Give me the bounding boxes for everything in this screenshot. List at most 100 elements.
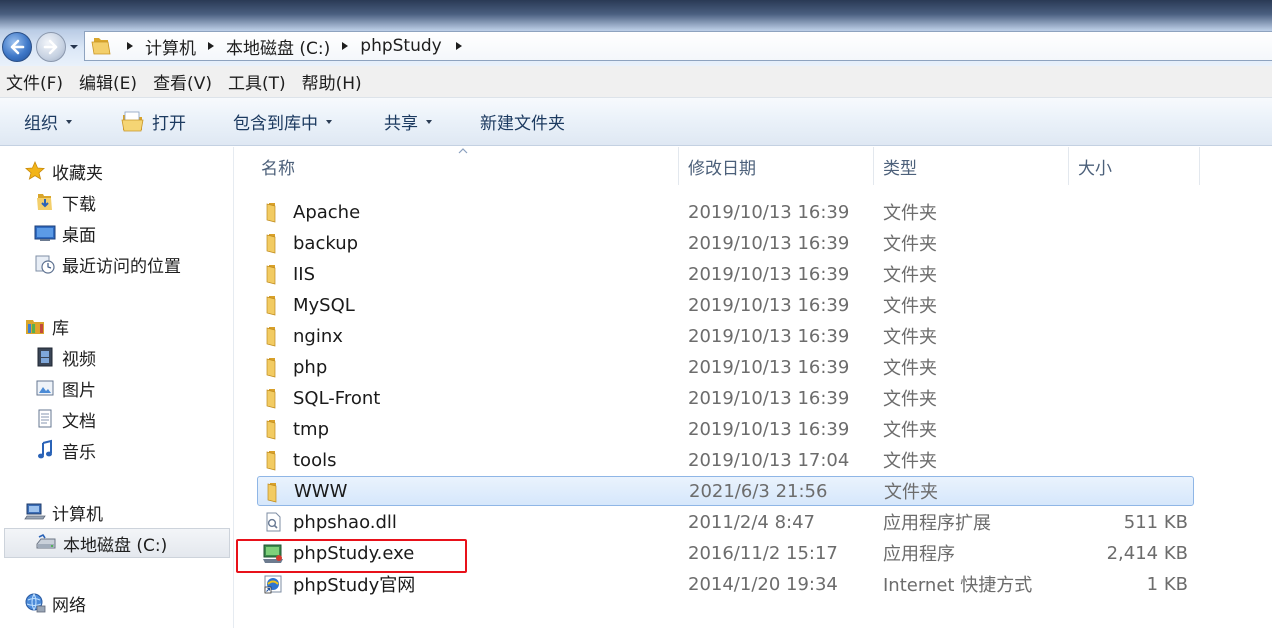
menu-file[interactable]: 文件(F) <box>0 69 71 94</box>
open-button[interactable]: 打开 <box>120 98 186 145</box>
recent-pages-dropdown-icon[interactable] <box>67 38 81 56</box>
share-button[interactable]: 共享 <box>384 98 432 145</box>
share-label: 共享 <box>384 114 418 134</box>
column-size[interactable]: 大小 <box>1070 147 1200 185</box>
nav-favorites[interactable]: 收藏夹 <box>24 158 103 184</box>
chevron-right-icon[interactable] <box>454 41 464 51</box>
file-name: IIS <box>293 263 316 285</box>
chevron-right-icon[interactable] <box>340 41 350 51</box>
nav-music[interactable]: 音乐 <box>34 437 96 463</box>
menu-view[interactable]: 查看(V) <box>145 69 220 94</box>
file-name: nginx <box>293 325 343 347</box>
file-type: 文件夹 <box>883 203 937 224</box>
music-icon <box>34 439 56 461</box>
include-in-library-button[interactable]: 包含到库中 <box>233 98 332 145</box>
nav-pictures[interactable]: 图片 <box>34 375 96 401</box>
file-row[interactable]: Apache 2019/10/13 16:39 文件夹 <box>257 197 1194 227</box>
file-type: 应用程序扩展 <box>883 513 991 534</box>
nav-desktop-label: 桌面 <box>62 225 96 246</box>
address-bar-area: 计算机 本地磁盘 (C:) phpStudy <box>0 0 1272 66</box>
file-modified-date: 2019/10/13 16:39 <box>688 294 850 316</box>
include-library-label: 包含到库中 <box>233 114 318 134</box>
nav-libraries-label: 库 <box>52 318 69 339</box>
column-size-label: 大小 <box>1078 158 1112 179</box>
file-row[interactable]: SQL-Front 2019/10/13 16:39 文件夹 <box>257 383 1194 413</box>
file-row[interactable]: phpStudy.exe 2016/11/2 15:17 应用程序 2,414 KB <box>257 538 1194 568</box>
folder-icon <box>262 263 284 285</box>
file-type: 文件夹 <box>883 451 937 472</box>
file-type: 文件夹 <box>883 296 937 317</box>
nav-music-label: 音乐 <box>62 442 96 463</box>
computer-icon <box>24 501 46 523</box>
file-modified-date: 2019/10/13 16:39 <box>688 325 850 347</box>
forward-button[interactable] <box>36 32 66 62</box>
open-folder-icon <box>121 111 144 131</box>
nav-libraries[interactable]: 库 <box>24 313 69 339</box>
file-list: 名称 修改日期 类型 大小 Apache 2019/10/13 16:39 文件夹 … <box>235 147 1272 628</box>
file-row[interactable]: IIS 2019/10/13 16:39 文件夹 <box>257 259 1194 289</box>
file-modified-date: 2019/10/13 16:39 <box>688 356 850 378</box>
file-type: 文件夹 <box>883 327 937 348</box>
file-name: backup <box>293 232 359 254</box>
file-size: 2,414 KB <box>1106 542 1188 564</box>
folder-icon <box>262 449 284 471</box>
address-box[interactable]: 计算机 本地磁盘 (C:) phpStudy <box>84 31 1272 61</box>
picture-icon <box>34 377 56 399</box>
nav-pictures-label: 图片 <box>62 380 96 401</box>
exe-icon <box>262 542 284 564</box>
folder-icon <box>91 38 111 55</box>
file-row[interactable]: MySQL 2019/10/13 16:39 文件夹 <box>257 290 1194 320</box>
file-row[interactable]: nginx 2019/10/13 16:39 文件夹 <box>257 321 1194 351</box>
video-icon <box>34 346 56 368</box>
breadcrumb-phpstudy[interactable]: phpStudy <box>358 36 443 56</box>
file-type: 文件夹 <box>883 389 937 410</box>
file-row[interactable]: phpshao.dll 2011/2/4 8:47 应用程序扩展 511 KB <box>257 507 1194 537</box>
file-name: tmp <box>293 418 330 440</box>
column-type[interactable]: 类型 <box>875 147 1069 185</box>
file-name: SQL-Front <box>293 387 381 409</box>
nav-videos[interactable]: 视频 <box>34 344 96 370</box>
file-modified-date: 2016/11/2 15:17 <box>688 542 838 564</box>
drive-icon <box>35 532 57 554</box>
file-type: Internet 快捷方式 <box>883 575 1033 596</box>
menu-tools[interactable]: 工具(T) <box>220 69 294 94</box>
folder-icon <box>262 418 284 440</box>
nav-network[interactable]: 网络 <box>24 590 86 616</box>
column-type-label: 类型 <box>883 158 917 179</box>
chevron-right-icon[interactable] <box>206 41 216 51</box>
file-name: WWW <box>294 480 348 502</box>
nav-local-disk[interactable]: 本地磁盘 (C:) <box>4 528 230 558</box>
file-type: 文件夹 <box>884 482 938 503</box>
folder-icon <box>262 356 284 378</box>
organize-label: 组织 <box>24 114 58 134</box>
file-row[interactable]: tools 2019/10/13 17:04 文件夹 <box>257 445 1194 475</box>
back-button[interactable] <box>2 32 32 62</box>
organize-button[interactable]: 组织 <box>24 98 72 145</box>
column-name[interactable]: 名称 <box>253 147 679 185</box>
folder-icon <box>262 387 284 409</box>
file-modified-date: 2019/10/13 16:39 <box>688 232 850 254</box>
nav-downloads-label: 下载 <box>62 194 96 215</box>
new-folder-button[interactable]: 新建文件夹 <box>480 98 565 145</box>
nav-recent-places[interactable]: 最近访问的位置 <box>34 251 181 277</box>
chevron-right-icon[interactable] <box>125 41 135 51</box>
nav-computer[interactable]: 计算机 <box>24 499 103 525</box>
nav-desktop[interactable]: 桌面 <box>34 220 96 246</box>
recent-places-icon <box>34 253 56 275</box>
file-row[interactable]: tmp 2019/10/13 16:39 文件夹 <box>257 414 1194 444</box>
file-row[interactable]: phpStudy官网 2014/1/20 19:34 Internet 快捷方式 1 … <box>257 569 1194 599</box>
column-modified[interactable]: 修改日期 <box>680 147 874 185</box>
menu-help[interactable]: 帮助(H) <box>294 69 370 94</box>
nav-documents[interactable]: 文档 <box>34 406 96 432</box>
breadcrumb-local-disk[interactable]: 本地磁盘 (C:) <box>224 34 332 59</box>
file-row[interactable]: php 2019/10/13 16:39 文件夹 <box>257 352 1194 382</box>
nav-downloads[interactable]: 下载 <box>34 189 96 215</box>
file-name: php <box>293 356 328 378</box>
file-row[interactable]: backup 2019/10/13 16:39 文件夹 <box>257 228 1194 258</box>
folder-icon <box>263 481 285 503</box>
downloads-folder-icon <box>34 191 56 213</box>
breadcrumb-computer[interactable]: 计算机 <box>143 34 198 59</box>
menu-edit[interactable]: 编辑(E) <box>71 69 145 94</box>
file-row[interactable]: WWW 2021/6/3 21:56 文件夹 <box>257 476 1194 506</box>
menu-bar: 文件(F) 编辑(E) 查看(V) 工具(T) 帮助(H) <box>0 66 1272 98</box>
